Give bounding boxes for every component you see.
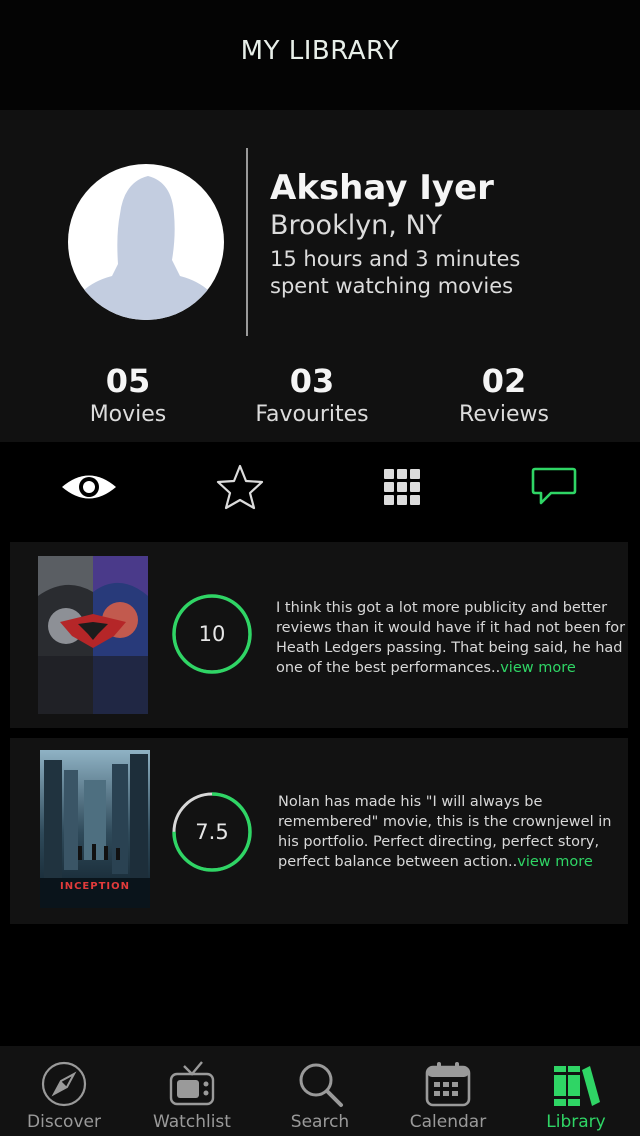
view-more-link[interactable]: view more [517,854,593,870]
eye-icon [62,475,116,499]
stat-movies[interactable]: 05 Movies [28,362,228,427]
score-ring: 7.5 [170,790,254,874]
review-card[interactable]: INCEPTION 7.5 Nolan has made his "I will… [10,738,628,924]
chat-bubble-icon [531,467,577,505]
search-icon [299,1063,343,1107]
profile-section: Akshay Iyer Brooklyn, NY 15 hours and 3 … [0,110,640,442]
stat-label: Movies [89,402,167,427]
tabbar-label: Calendar [409,1112,487,1132]
movie-poster[interactable] [38,556,148,714]
tabbar-calendar[interactable]: Calendar [384,1046,512,1136]
score-ring: 10 [170,592,254,676]
watch-time-line2: spent watching movies [270,274,514,298]
stat-favourites[interactable]: 03 Favourites [212,362,412,427]
score-value: 7.5 [195,820,229,844]
profile-location: Brooklyn, NY [270,210,443,241]
stat-value: 05 [105,362,151,400]
user-silhouette-icon [68,176,224,320]
tv-icon [169,1061,215,1106]
bottom-tab-bar: Discover Watchlist Search Calendar Libra… [0,1046,640,1136]
review-card[interactable]: 10 I think this got a lot more publicity… [10,542,628,728]
tabbar-watchlist[interactable]: Watchlist [128,1046,256,1136]
profile-divider [246,148,248,336]
grid-icon [384,469,420,505]
stat-label: Reviews [459,402,549,427]
books-icon [554,1066,600,1106]
tab-watched[interactable] [59,464,119,510]
watch-time-line1: 15 hours and 3 minutes [270,247,521,271]
tabbar-discover[interactable]: Discover [0,1046,128,1136]
compass-icon [41,1061,87,1107]
page-title: MY LIBRARY [240,36,400,66]
poster-image [38,556,148,714]
movie-poster[interactable]: INCEPTION [40,750,150,908]
tab-grid[interactable] [372,464,432,510]
stat-value: 02 [481,362,527,400]
header: MY LIBRARY [0,0,640,110]
tabbar-label: Library [546,1112,606,1132]
tabbar-label: Search [290,1112,350,1132]
tabbar-label: Discover [27,1112,101,1132]
library-tabs [0,442,640,534]
stat-reviews[interactable]: 02 Reviews [404,362,604,427]
poster-title: INCEPTION [59,881,130,892]
avatar[interactable] [68,164,224,320]
tab-favourites[interactable] [210,464,270,510]
tab-reviews[interactable] [524,464,584,510]
tabbar-search[interactable]: Search [256,1046,384,1136]
review-text: I think this got a lot more publicity an… [276,598,626,678]
tabbar-library[interactable]: Library [512,1046,640,1136]
review-text: Nolan has made his "I will always be rem… [278,792,628,872]
stat-value: 03 [289,362,335,400]
view-more-link[interactable]: view more [500,660,576,676]
watch-time: 15 hours and 3 minutes spent watching mo… [270,246,610,300]
score-value: 10 [198,622,226,646]
calendar-icon [425,1062,471,1107]
star-icon [216,464,264,510]
stat-label: Favourites [255,402,369,427]
profile-name: Akshay Iyer [270,168,494,208]
tabbar-label: Watchlist [153,1112,231,1132]
